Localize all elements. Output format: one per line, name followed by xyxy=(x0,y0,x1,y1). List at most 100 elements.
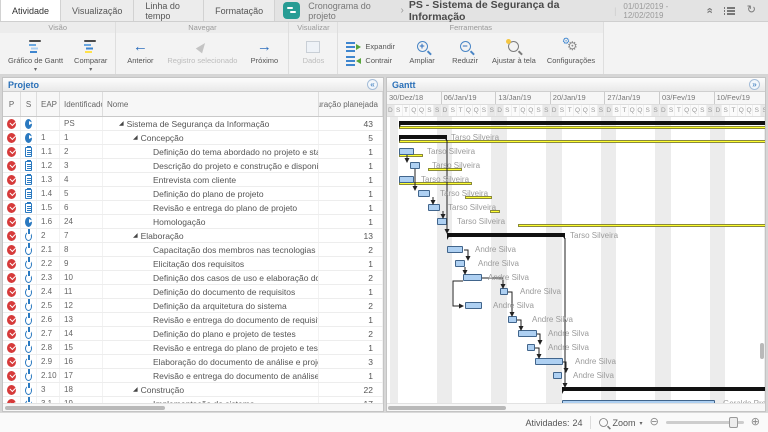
gantt-baseline-bar[interactable] xyxy=(399,126,765,129)
gantt-task-bar[interactable] xyxy=(465,302,482,309)
status-play-icon[interactable] xyxy=(25,119,32,129)
priority-down-icon[interactable] xyxy=(7,203,16,213)
zoom-in-button[interactable]: +Ampliar xyxy=(401,35,443,72)
priority-down-icon[interactable] xyxy=(7,259,16,269)
tab-atividade[interactable]: Atividade xyxy=(0,0,61,21)
status-power-icon[interactable] xyxy=(25,274,32,283)
gantt-task-bar[interactable] xyxy=(399,148,414,155)
collapse-button[interactable]: Contrair xyxy=(346,56,395,66)
table-row[interactable]: 2.815Revisão e entrega do plano de proje… xyxy=(3,341,383,355)
zoom-in-slider-button[interactable]: ⊕ xyxy=(751,417,760,428)
status-power-icon[interactable] xyxy=(25,372,32,381)
priority-down-icon[interactable] xyxy=(7,245,16,255)
table-row[interactable]: 2.18Capacitação dos membros nas tecnolog… xyxy=(3,243,383,257)
status-power-icon[interactable] xyxy=(25,260,32,269)
priority-down-icon[interactable] xyxy=(7,287,16,297)
tab-formatação[interactable]: Formatação xyxy=(204,0,275,21)
gantt-task-bar[interactable] xyxy=(553,372,562,379)
status-play-icon[interactable] xyxy=(25,217,32,227)
status-power-icon[interactable] xyxy=(25,344,32,353)
fit-screen-button[interactable]: Ajustar à tela xyxy=(487,35,541,72)
breadcrumb-section[interactable]: Cronograma do projeto xyxy=(308,1,395,21)
zoom-dropdown-button[interactable]: Zoom ▾ xyxy=(598,417,643,428)
zoom-out-slider-button[interactable]: ⊖ xyxy=(650,417,659,428)
table-row[interactable]: 2.1017Revisão e entrega do documento de … xyxy=(3,369,383,383)
status-power-icon[interactable] xyxy=(25,302,32,311)
priority-down-icon[interactable] xyxy=(7,371,16,381)
priority-down-icon[interactable] xyxy=(7,301,16,311)
table-hscrollbar[interactable] xyxy=(3,403,383,411)
table-row[interactable]: 1.45Definição do plano de projeto1 xyxy=(3,187,383,201)
tab-linha-do-tempo[interactable]: Linha do tempo xyxy=(134,0,204,21)
previous-button[interactable]: ←Anterior xyxy=(119,35,161,72)
table-row[interactable]: 2.613Revisão e entrega do documento de r… xyxy=(3,313,383,327)
status-power-icon[interactable] xyxy=(25,330,32,339)
status-power-icon[interactable] xyxy=(25,386,32,395)
tree-expand-caret[interactable]: ◢ xyxy=(133,386,138,393)
table-row[interactable]: 1.34Entrevista com cliente1 xyxy=(3,173,383,187)
priority-down-icon[interactable] xyxy=(7,119,16,129)
status-clipboard-icon[interactable] xyxy=(25,189,32,199)
table-row[interactable]: 27◢Elaboração13 xyxy=(3,229,383,243)
tree-expand-caret[interactable]: ◢ xyxy=(119,120,124,127)
status-clipboard-icon[interactable] xyxy=(25,147,32,157)
table-row[interactable]: 11◢Concepção5 xyxy=(3,131,383,145)
next-button[interactable]: →Próximo xyxy=(243,35,285,72)
table-row[interactable]: 2.714Definição do plano e projeto de tes… xyxy=(3,327,383,341)
priority-down-icon[interactable] xyxy=(7,189,16,199)
gantt-hscrollbar[interactable] xyxy=(387,403,765,411)
gantt-task-bar[interactable] xyxy=(463,274,482,281)
gantt-task-bar[interactable] xyxy=(518,330,537,337)
gantt-summary-bar[interactable] xyxy=(399,121,765,125)
table-row[interactable]: 2.512Definição da arquitetura do sistema… xyxy=(3,299,383,313)
gantt-task-bar[interactable] xyxy=(535,358,563,365)
priority-down-icon[interactable] xyxy=(7,385,16,395)
priority-down-icon[interactable] xyxy=(7,133,16,143)
priority-down-icon[interactable] xyxy=(7,161,16,171)
zoom-slider-thumb[interactable] xyxy=(729,417,738,428)
status-clipboard-icon[interactable] xyxy=(25,175,32,185)
priority-down-icon[interactable] xyxy=(7,273,16,283)
priority-down-icon[interactable] xyxy=(7,175,16,185)
gantt-vscroll-thumb[interactable] xyxy=(760,343,764,359)
table-row[interactable]: PS◢Sistema de Segurança da Informação43 xyxy=(3,117,383,131)
gantt-task-bar[interactable] xyxy=(527,344,535,351)
priority-down-icon[interactable] xyxy=(7,329,16,339)
settings-button[interactable]: Configurações xyxy=(542,35,600,72)
table-row[interactable]: 2.310Definição dos casos de uso e elabor… xyxy=(3,271,383,285)
table-row[interactable]: 2.29Elicitação dos requisitos1 xyxy=(3,257,383,271)
priority-down-icon[interactable] xyxy=(7,343,16,353)
gantt-task-bar[interactable] xyxy=(428,204,440,211)
expand-panel-button[interactable]: » xyxy=(749,79,760,90)
table-row[interactable]: 318◢Construção22 xyxy=(3,383,383,397)
gantt-task-bar[interactable] xyxy=(455,260,465,267)
gantt-task-bar[interactable] xyxy=(399,176,414,183)
status-clipboard-icon[interactable] xyxy=(25,203,32,213)
compare-button[interactable]: Comparar▾ xyxy=(69,35,112,74)
status-power-icon[interactable] xyxy=(25,232,32,241)
table-hscroll-thumb[interactable] xyxy=(5,406,165,410)
gantt-task-bar[interactable] xyxy=(418,190,430,197)
priority-down-icon[interactable] xyxy=(7,315,16,325)
expand-button[interactable]: Expandir xyxy=(346,42,395,52)
table-row[interactable]: 1.12Definição do tema abordado no projet… xyxy=(3,145,383,159)
zoom-slider[interactable] xyxy=(666,421,744,424)
tree-expand-caret[interactable]: ◢ xyxy=(133,232,138,239)
status-power-icon[interactable] xyxy=(25,316,32,325)
tab-visualização[interactable]: Visualização xyxy=(61,0,134,21)
gantt-task-bar[interactable] xyxy=(437,218,447,225)
priority-down-icon[interactable] xyxy=(7,147,16,157)
gantt-summary-bar[interactable] xyxy=(562,387,765,391)
status-power-icon[interactable] xyxy=(25,246,32,255)
table-row[interactable]: 2.411Definição do documento de requisito… xyxy=(3,285,383,299)
gantt-task-bar[interactable] xyxy=(447,246,463,253)
status-clipboard-icon[interactable] xyxy=(25,161,32,171)
table-row[interactable]: 1.624Homologação1 xyxy=(3,215,383,229)
tree-expand-caret[interactable]: ◢ xyxy=(133,134,138,141)
priority-down-icon[interactable] xyxy=(7,357,16,367)
gantt-summary-bar[interactable] xyxy=(399,135,447,139)
gantt-hscroll-thumb[interactable] xyxy=(388,406,506,410)
status-power-icon[interactable] xyxy=(25,358,32,367)
gantt-chart-button[interactable]: Gráfico de Gantt▾ xyxy=(3,35,68,74)
status-play-icon[interactable] xyxy=(25,133,32,143)
